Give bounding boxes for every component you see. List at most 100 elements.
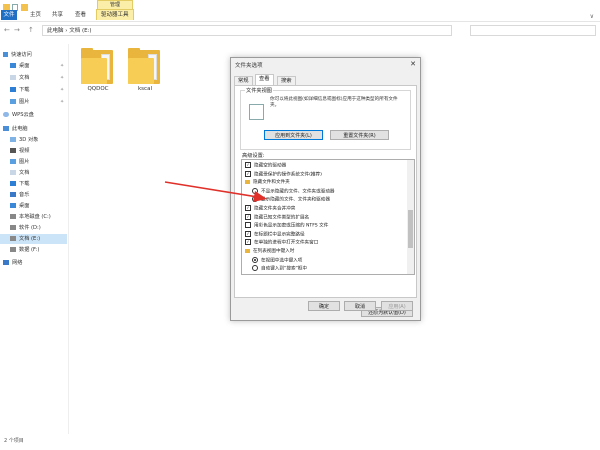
radio-selected[interactable] xyxy=(252,256,258,263)
folder-views-title: 文件夹视图 xyxy=(245,87,273,94)
documents-icon xyxy=(10,75,16,80)
folder-name: QQDOC xyxy=(87,86,109,92)
tab-view[interactable]: 查看 xyxy=(71,10,90,20)
sidebar-item-drive-c[interactable]: 本地磁盘 (C:) xyxy=(10,212,51,222)
sidebar-item-3d-objects[interactable]: 3D 对象 xyxy=(10,135,38,145)
cancel-button[interactable]: 取消 xyxy=(344,301,376,311)
sidebar-item-wps-cloud[interactable]: WPS云盘 xyxy=(3,110,34,120)
sidebar-item-downloads[interactable]: 下载 xyxy=(10,85,29,95)
scroll-thumb[interactable] xyxy=(408,210,413,248)
checkbox-checked[interactable]: ✓ xyxy=(245,205,251,211)
apply-to-folders-button[interactable]: 应用到文件夹(L) xyxy=(264,130,323,140)
advanced-option-radio[interactable]: 自动键入到“搜索”框中 xyxy=(252,265,307,273)
advanced-option-label: 在标题栏中显示完整路径 xyxy=(254,232,305,238)
folder-views-group: 文件夹视图 你可以将此视图(如详细信息或图标)应用于这种类型的所有文件夹。 应用… xyxy=(240,87,411,150)
red-arrow-icon xyxy=(164,181,267,202)
tab-share[interactable]: 共享 xyxy=(48,10,67,20)
status-item-count: 2 个项目 xyxy=(4,438,24,444)
sidebar-item-downloads-pc[interactable]: 下载 xyxy=(10,179,29,189)
drive-icon xyxy=(10,236,16,241)
reset-folders-button[interactable]: 重置文件夹(R) xyxy=(330,130,389,140)
sidebar-item-pictures[interactable]: 图片 xyxy=(10,97,29,107)
sidebar-item-pictures-pc[interactable]: 图片 xyxy=(10,157,29,167)
advanced-option-checkbox[interactable]: ✓ 隐藏已知文件类型的扩展名 xyxy=(245,213,310,222)
ribbon-bar: 管理 文件 主页 共享 查看 驱动器工具 ∨ xyxy=(0,0,600,22)
sidebar-item-documents-pc[interactable]: 文档 xyxy=(10,168,29,178)
cloud-icon xyxy=(3,112,9,117)
advanced-option-checkbox[interactable]: ✓ 隐藏空的驱动器 xyxy=(245,162,286,170)
advanced-option-label: 显示隐藏的文件、文件夹和驱动器 xyxy=(261,197,330,203)
documents-icon xyxy=(10,170,16,175)
forward-button[interactable]: → xyxy=(14,26,20,34)
folder-item[interactable]: QQDOC xyxy=(81,48,115,92)
advanced-option-label: 在视图中选中键入项 xyxy=(261,258,303,264)
folder-views-description: 你可以将此视图(如详细信息或图标)应用于这种类型的所有文件夹。 xyxy=(270,97,398,108)
checkbox-unchecked[interactable] xyxy=(245,222,251,229)
apply-button[interactable]: 应用(A) xyxy=(381,301,413,311)
sidebar-item-this-pc[interactable]: 此电脑 xyxy=(3,124,28,134)
pin-icon: ✦ xyxy=(60,75,65,81)
advanced-option-radio[interactable]: 在视图中选中键入项 xyxy=(252,256,303,265)
ribbon-tabs: 文件 主页 共享 查看 驱动器工具 xyxy=(0,9,600,21)
search-input[interactable] xyxy=(470,25,596,36)
sidebar-item-drive-d[interactable]: 软件 (D:) xyxy=(10,223,41,233)
navigation-pane: 快速访问 桌面 ✦ 文档 ✦ 下载 ✦ 图片 ✦ WPS云盘 此电脑 3D 对象… xyxy=(0,44,69,434)
music-icon xyxy=(10,192,16,197)
advanced-settings-list[interactable]: ✓ 隐藏空的驱动器 ✓ 隐藏受保护的操作系统文件(推荐) 隐藏文件和文件夹 不显示隐藏的文… xyxy=(241,159,415,275)
tab-drive-tools[interactable]: 驱动器工具 xyxy=(96,9,134,20)
pin-icon: ✦ xyxy=(60,63,65,69)
advanced-option-label: 在列表视图中键入时 xyxy=(253,249,295,254)
star-icon xyxy=(3,52,8,57)
sidebar-item-quick-access[interactable]: 快速访问 xyxy=(3,50,32,60)
advanced-option-checkbox[interactable]: 用彩色显示加密或压缩的 NTFS 文件 xyxy=(245,222,328,230)
tab-home[interactable]: 主页 xyxy=(26,10,45,20)
ok-button[interactable]: 确定 xyxy=(308,301,340,311)
3d-objects-icon xyxy=(10,137,16,142)
pin-icon: ✦ xyxy=(60,99,65,105)
advanced-option-label: 隐藏文件夹合并冲突 xyxy=(254,206,296,212)
up-button[interactable]: ↑ xyxy=(28,26,34,34)
advanced-option-checkbox[interactable]: ✓ 隐藏受保护的操作系统文件(推荐) xyxy=(245,170,322,179)
desktop-icon xyxy=(10,203,16,208)
folder-item[interactable]: kscal xyxy=(128,48,162,92)
advanced-settings-title: 高级设置: xyxy=(242,153,265,159)
scrollbar[interactable] xyxy=(407,160,414,274)
sidebar-item-desktop[interactable]: 桌面 xyxy=(10,61,29,71)
sidebar-item-drive-f[interactable]: 数据 (F:) xyxy=(10,245,39,255)
advanced-option-label: 隐藏已知文件类型的扩展名 xyxy=(254,215,310,221)
advanced-option-checkbox[interactable]: ✓ 隐藏文件夹合并冲突 xyxy=(245,205,295,213)
close-icon[interactable]: ✕ xyxy=(410,60,416,68)
sidebar-item-videos[interactable]: 视频 xyxy=(10,146,29,156)
checkbox-checked[interactable]: ✓ xyxy=(245,239,251,246)
desktop-icon xyxy=(10,63,16,68)
advanced-option-checkbox[interactable]: ✓ 在单独的进程中打开文件夹窗口 xyxy=(245,239,318,247)
ribbon-collapse-icon[interactable]: ∨ xyxy=(590,13,594,20)
checkbox-checked[interactable]: ✓ xyxy=(245,170,251,177)
drive-icon xyxy=(10,247,16,252)
folder-icon xyxy=(245,248,250,253)
pictures-icon xyxy=(10,99,16,104)
checkbox-checked[interactable]: ✓ xyxy=(245,162,251,168)
sidebar-item-desktop-pc[interactable]: 桌面 xyxy=(10,201,29,211)
pictures-icon xyxy=(10,159,16,164)
sidebar-item-network[interactable]: 网络 xyxy=(3,258,22,268)
address-row: ← → ↑ 此电脑 › 文档 (E:) xyxy=(0,23,600,39)
sidebar-item-documents[interactable]: 文档 xyxy=(10,73,29,83)
advanced-option-label: 隐藏受保护的操作系统文件(推荐) xyxy=(254,172,322,178)
drive-icon xyxy=(10,225,16,230)
sidebar-item-drive-e[interactable]: 文档 (E:) xyxy=(0,234,67,244)
checkbox-checked[interactable]: ✓ xyxy=(245,230,251,237)
advanced-option-label: 用彩色显示加密或压缩的 NTFS 文件 xyxy=(254,223,329,229)
advanced-option-label: 隐藏空的驱动器 xyxy=(254,163,287,169)
advanced-option-checkbox[interactable]: ✓ 在标题栏中显示完整路径 xyxy=(245,230,305,239)
folder-icon xyxy=(81,48,113,84)
back-button[interactable]: ← xyxy=(4,26,10,34)
address-bar[interactable]: 此电脑 › 文档 (E:) xyxy=(42,25,452,36)
radio-unselected[interactable] xyxy=(252,265,258,272)
sidebar-item-music[interactable]: 音乐 xyxy=(10,190,29,200)
tab-file[interactable]: 文件 xyxy=(1,10,17,20)
folder-name: kscal xyxy=(138,86,152,92)
download-icon xyxy=(10,87,16,92)
checkbox-checked[interactable]: ✓ xyxy=(245,213,251,220)
advanced-option-label: 不显示隐藏的文件、文件夹或驱动器 xyxy=(261,189,335,195)
